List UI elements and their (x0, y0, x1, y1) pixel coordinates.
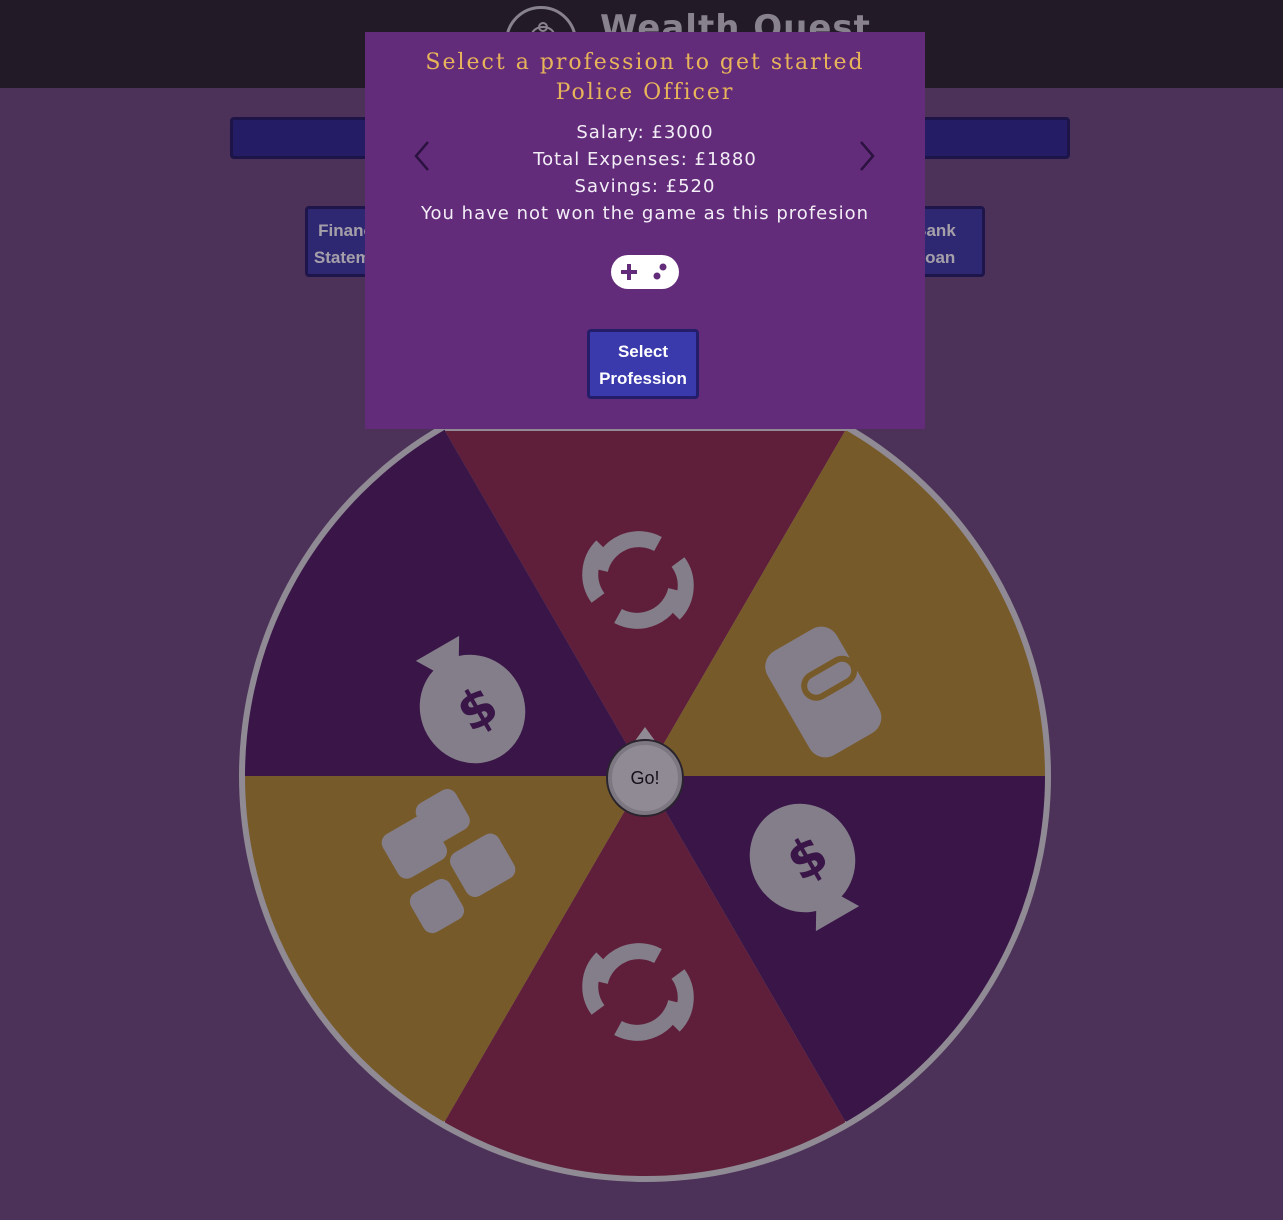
gamepad-icon (610, 254, 680, 295)
select-profession-button[interactable]: Select Profession (587, 329, 699, 399)
expenses-text: Total Expenses: £1880 (533, 149, 757, 170)
select-profession-label-1: Select (617, 342, 669, 361)
modal-title: Select a profession to get started (425, 50, 865, 75)
salary-text: Salary: £3000 (576, 122, 714, 143)
win-status-text: You have not won the game as this profes… (420, 203, 870, 224)
profession-name: Police Officer (555, 80, 735, 105)
select-profession-label-2: Profession (599, 369, 687, 388)
savings-text: Savings: £520 (574, 176, 716, 197)
profession-modal: Select a profession to get started Polic… (365, 32, 925, 429)
